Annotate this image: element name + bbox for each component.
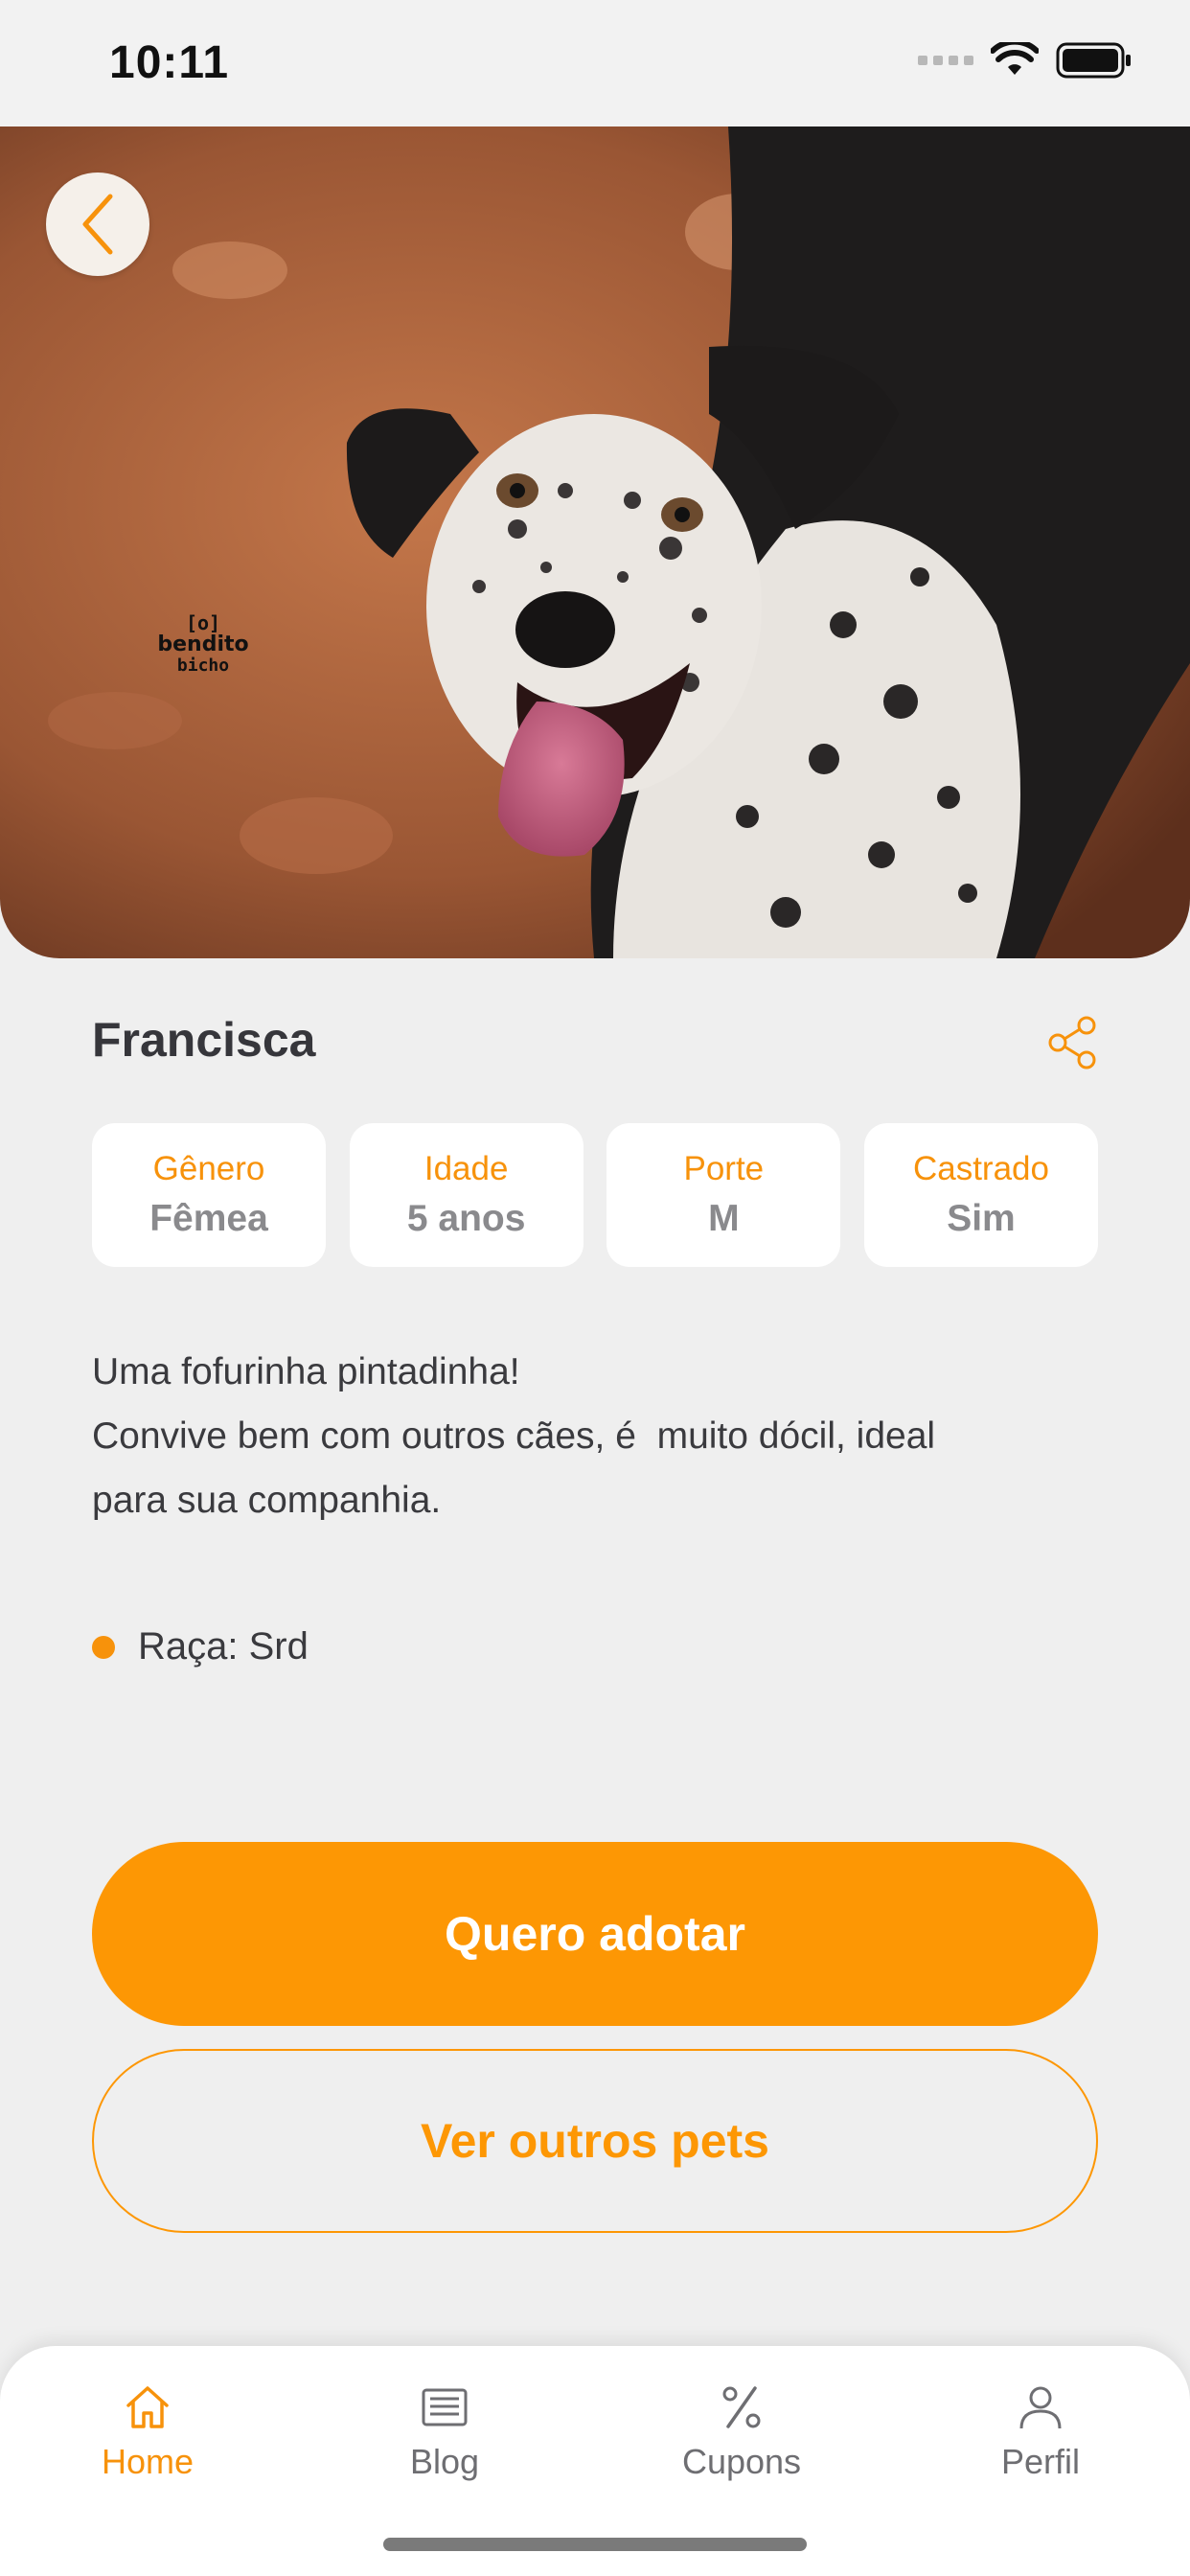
back-button[interactable]: [46, 172, 149, 276]
attribute-card-age: Idade 5 anos: [349, 1123, 584, 1267]
pet-attributes: Gênero Fêmea Idade 5 anos Porte M Castra…: [92, 1123, 1098, 1267]
status-icons: [918, 42, 1133, 79]
home-icon: [126, 2386, 169, 2428]
attribute-value: 5 anos: [406, 1198, 526, 1239]
attribute-label: Porte: [683, 1150, 765, 1187]
battery-icon: [1056, 42, 1131, 79]
tab-blog[interactable]: Blog: [349, 2380, 540, 2482]
watermark-text: [o]: [186, 611, 220, 634]
attribute-label: Castrado: [912, 1150, 1049, 1187]
attribute-card-neutered: Castrado Sim: [863, 1123, 1098, 1267]
breed-item: Raça: Srd: [92, 1625, 309, 1668]
tab-label: Blog: [409, 2442, 480, 2481]
percent-icon: [722, 2386, 761, 2428]
description-line: para sua companhia.: [92, 1480, 442, 1521]
attribute-label: Gênero: [152, 1150, 265, 1187]
attribute-card-size: Porte M: [606, 1123, 841, 1267]
watermark-text: bicho: [177, 656, 229, 676]
watermark-text: bendito: [157, 632, 248, 656]
share-icon: [1048, 1016, 1096, 1070]
tab-label: Cupons: [681, 2442, 802, 2481]
tab-cupons[interactable]: Cupons: [646, 2380, 837, 2482]
user-icon: [1019, 2386, 1062, 2429]
tab-label: Home: [101, 2442, 195, 2481]
status-time: 10:11: [109, 37, 230, 88]
breed-text: Raça: Srd: [138, 1625, 309, 1668]
tab-label: Perfil: [1000, 2442, 1081, 2481]
attribute-card-gender: Gênero Fêmea: [92, 1123, 326, 1267]
bullet-icon: [92, 1635, 115, 1659]
attribute-label: Idade: [423, 1150, 509, 1187]
see-other-pets-button[interactable]: Ver outros pets: [92, 2049, 1098, 2233]
attribute-value: Sim: [947, 1198, 1016, 1239]
newspaper-icon: [422, 2388, 468, 2426]
adopt-button[interactable]: Quero adotar: [92, 1842, 1098, 2026]
attribute-value: M: [708, 1198, 740, 1239]
home-indicator: [383, 2538, 807, 2551]
status-bar: 10:11: [0, 0, 1190, 126]
tab-home[interactable]: Home: [52, 2380, 243, 2482]
cellular-signal-icon: [918, 56, 973, 65]
pet-description: Uma fofurinha pintadinha! Convive bem co…: [92, 1340, 1108, 1532]
pet-photo: [o] bendito bicho: [0, 126, 1190, 958]
description-line: Uma fofurinha pintadinha!: [92, 1351, 520, 1392]
tab-perfil[interactable]: Perfil: [945, 2380, 1136, 2482]
chevron-left-icon: [82, 194, 113, 255]
description-line: Convive bem com outros cães, é muito dóc…: [92, 1415, 936, 1457]
wifi-icon: [991, 42, 1039, 75]
attribute-value: Fêmea: [149, 1198, 268, 1239]
share-button[interactable]: [1044, 1014, 1102, 1071]
pet-name: Francisca: [92, 1013, 316, 1067]
